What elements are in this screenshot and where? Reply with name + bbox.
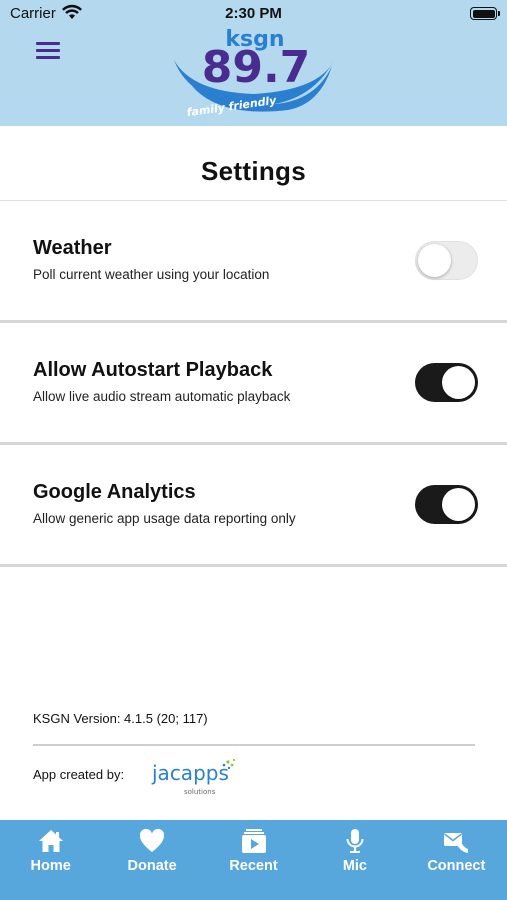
recent-icon bbox=[241, 829, 266, 853]
heart-icon bbox=[140, 828, 165, 852]
toggle-knob bbox=[418, 243, 451, 277]
logo-frequency: 89.7 bbox=[202, 42, 311, 93]
tab-label: Recent bbox=[229, 858, 278, 874]
setting-title-autostart: Allow Autostart Playback bbox=[33, 359, 273, 381]
battery-icon bbox=[470, 7, 500, 20]
ksgn-logo: ksgn 89.7 family friendly bbox=[174, 27, 334, 119]
analytics-toggle[interactable] bbox=[415, 485, 478, 524]
vendor-name: jacapps bbox=[151, 761, 229, 785]
toggle-knob bbox=[442, 366, 475, 399]
setting-desc-weather: Poll current weather using your location bbox=[33, 267, 270, 282]
title-area: Settings bbox=[0, 126, 507, 201]
app-header: Carrier 2:30 PM ksgn 89.7 family friendl… bbox=[0, 0, 507, 126]
setting-desc-analytics: Allow generic app usage data reporting o… bbox=[33, 511, 296, 526]
app-version: KSGN Version: 4.1.5 (20; 117) bbox=[33, 711, 208, 726]
tab-label: Mic bbox=[342, 858, 367, 874]
status-time: 2:30 PM bbox=[225, 5, 282, 22]
tab-label: Donate bbox=[127, 858, 177, 874]
toggle-knob bbox=[442, 488, 475, 521]
tab-label: Connect bbox=[427, 858, 486, 874]
setting-row-autostart: Allow Autostart Playback Allow live audi… bbox=[0, 323, 507, 445]
setting-row-weather: Weather Poll current weather using your … bbox=[0, 201, 507, 323]
home-icon bbox=[38, 830, 63, 852]
vendor-sub: solutions bbox=[184, 788, 216, 796]
tab-home[interactable]: Home bbox=[0, 820, 101, 900]
setting-row-analytics: Google Analytics Allow generic app usage… bbox=[0, 445, 507, 567]
footer-divider bbox=[33, 744, 475, 746]
setting-title-analytics: Google Analytics bbox=[33, 481, 196, 503]
setting-title-weather: Weather bbox=[33, 237, 112, 259]
connect-icon bbox=[444, 833, 469, 853]
tab-recent[interactable]: Recent bbox=[203, 820, 304, 900]
page-title: Settings bbox=[201, 156, 306, 186]
microphone-icon bbox=[346, 829, 364, 853]
weather-toggle[interactable] bbox=[415, 241, 478, 280]
tab-label: Home bbox=[30, 858, 71, 874]
created-by-label: App created by: bbox=[33, 767, 125, 782]
hamburger-menu-button[interactable] bbox=[36, 40, 60, 60]
tab-donate[interactable]: Donate bbox=[101, 820, 202, 900]
setting-desc-autostart: Allow live audio stream automatic playba… bbox=[33, 389, 291, 404]
jacapps-logo[interactable]: jacapps solutions bbox=[150, 756, 240, 798]
tab-connect[interactable]: Connect bbox=[406, 820, 507, 900]
tab-mic[interactable]: Mic bbox=[304, 820, 405, 900]
autostart-toggle[interactable] bbox=[415, 363, 478, 402]
tab-bar: Home Donate Recent Mic Connect bbox=[0, 820, 507, 900]
